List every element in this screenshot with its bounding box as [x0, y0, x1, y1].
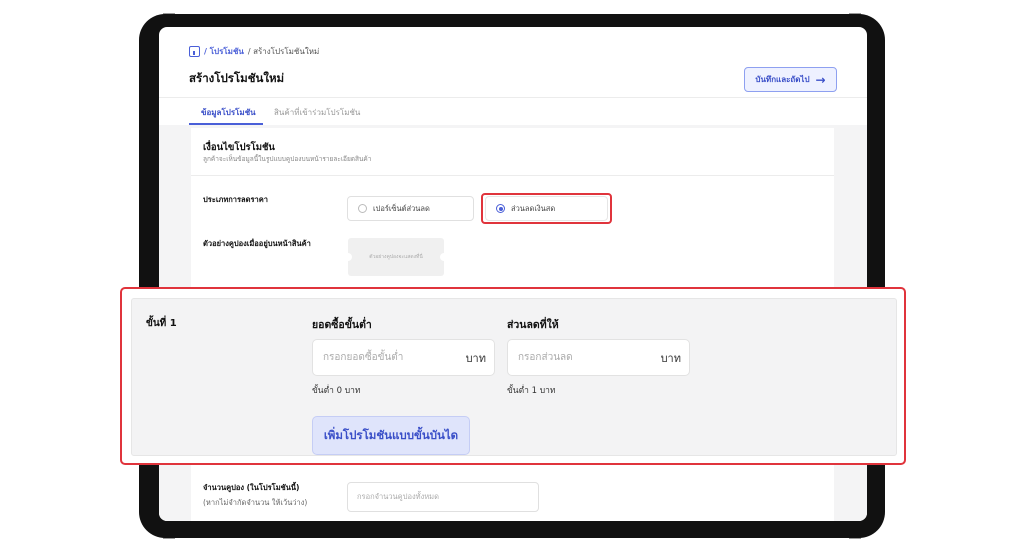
radio-unchecked-icon [358, 204, 367, 213]
tab-promotion-info[interactable]: ข้อมูลโปรโมชัน [201, 106, 256, 119]
discount-amount-label: ส่วนลดที่ให้ [507, 319, 559, 331]
header-divider [159, 97, 867, 98]
tab-participating-products[interactable]: สินค้าที่เข้าร่วมโปรโมชัน [274, 106, 360, 119]
breadcrumb-promotions-link[interactable]: / โปรโมชัน [204, 45, 244, 58]
tier-step-label: ขั้นที่ 1 [146, 318, 177, 329]
save-button-label: บันทึกและถัดไป [755, 75, 810, 84]
save-and-next-button[interactable]: บันทึกและถัดไป → [744, 67, 837, 92]
tier-highlight-panel: ขั้นที่ 1 ยอดซื้อขั้นต่ำ กรอกยอดซื้อขั้น… [120, 287, 906, 465]
discount-amount-placeholder: กรอกส่วนลด [518, 352, 573, 363]
coupon-preview-text: ตัวอย่างคูปองจะแสดงที่นี่ [369, 254, 423, 260]
min-purchase-unit: บาท [465, 351, 486, 365]
coupon-quantity-input[interactable]: กรอกจำนวนคูปองทั้งหมด [347, 482, 539, 512]
conditions-title: เงื่อนไขโปรโมชัน [203, 142, 275, 153]
option-percent-discount[interactable]: เปอร์เซ็นต์ส่วนลด [347, 196, 474, 221]
min-purchase-placeholder: กรอกยอดซื้อขั้นต่ำ [323, 352, 404, 363]
breadcrumb-current: / สร้างโปรโมชันใหม่ [247, 47, 320, 56]
min-purchase-hint: ขั้นต่ำ 0 บาท [312, 386, 361, 396]
breadcrumb: / โปรโมชัน / สร้างโปรโมชันใหม่ [189, 45, 319, 58]
discount-type-label: ประเภทการลดราคา [203, 195, 268, 204]
conditions-subtitle: ลูกค้าจะเห็นข้อมูลนี้ในรูปแบบคูปองบนหน้า… [203, 155, 372, 163]
coupon-quantity-label: จำนวนคูปอง (ในโปรโมชันนี้) [203, 483, 300, 492]
option-percent-label: เปอร์เซ็นต์ส่วนลด [373, 203, 430, 213]
stage: / โปรโมชัน / สร้างโปรโมชันใหม่ สร้างโปรโ… [0, 0, 1024, 550]
tier-section: ขั้นที่ 1 ยอดซื้อขั้นต่ำ กรอกยอดซื้อขั้น… [131, 298, 897, 456]
discount-amount-input[interactable]: กรอกส่วนลด บาท [507, 339, 690, 376]
add-tier-button[interactable]: เพิ่มโปรโมชันแบบขั้นบันได [312, 416, 470, 455]
section-divider [191, 175, 834, 176]
coupon-preview: ตัวอย่างคูปองจะแสดงที่นี่ [344, 238, 448, 276]
coupon-quantity-placeholder: กรอกจำนวนคูปองทั้งหมด [357, 492, 439, 501]
highlight-box-cash-option [481, 193, 612, 224]
coupon-preview-label: ตัวอย่างคูปองเมื่ออยู่บนหน้าสินค้า [203, 239, 311, 248]
coupon-quantity-sublabel: (หากไม่จำกัดจำนวน ให้เว้นว่าง) [203, 498, 308, 507]
page-title: สร้างโปรโมชันใหม่ [189, 71, 285, 85]
min-purchase-input[interactable]: กรอกยอดซื้อขั้นต่ำ บาท [312, 339, 495, 376]
discount-amount-unit: บาท [660, 351, 681, 365]
store-icon[interactable] [189, 46, 200, 57]
discount-amount-hint: ขั้นต่ำ 1 บาท [507, 386, 556, 396]
min-purchase-label: ยอดซื้อขั้นต่ำ [312, 319, 372, 331]
arrow-right-icon: → [815, 72, 826, 87]
